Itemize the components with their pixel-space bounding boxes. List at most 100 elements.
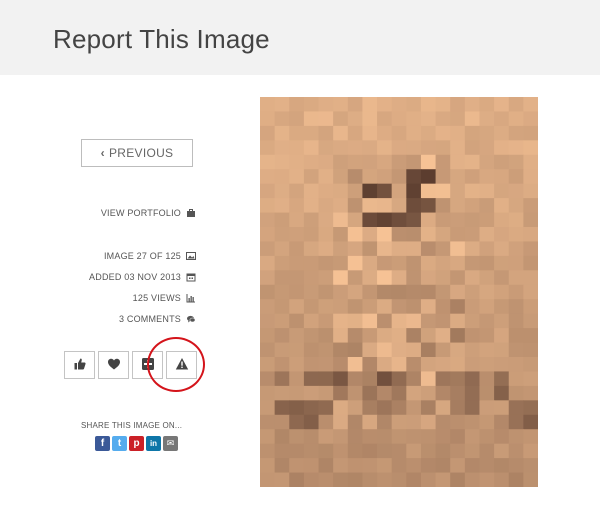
pinterest-share-button[interactable]: p xyxy=(129,436,144,451)
photo-pixel xyxy=(523,414,538,430)
email-icon: ✉ xyxy=(166,438,175,448)
photo-pixel xyxy=(289,241,305,257)
photo-pixel xyxy=(523,299,538,315)
photo-pixel xyxy=(318,227,334,242)
photo-pixel xyxy=(420,97,437,112)
linkedin-share-button[interactable]: in xyxy=(146,436,161,451)
added-date-label: ADDED 03 NOV 2013 xyxy=(89,272,181,282)
photo-pixel xyxy=(406,169,422,185)
comments-link[interactable]: 3 COMMENTS xyxy=(119,314,196,324)
photo-pixel xyxy=(289,313,305,329)
photo-pixel xyxy=(523,154,538,170)
pixelated-photo xyxy=(260,97,538,487)
photo-pixel xyxy=(289,385,305,401)
photo-pixel xyxy=(435,443,451,459)
photo-pixel xyxy=(391,111,407,127)
share-label: SHARE THIS IMAGE ON... xyxy=(81,421,183,430)
photo-pixel xyxy=(260,140,276,156)
photo-pixel xyxy=(347,371,363,387)
view-portfolio-link[interactable]: VIEW PORTFOLIO xyxy=(101,208,196,218)
photo-pixel xyxy=(450,97,466,112)
photo-pixel xyxy=(318,111,334,127)
photo-pixel xyxy=(260,227,276,242)
photo-pixel xyxy=(362,154,378,170)
photo-pixel xyxy=(274,414,290,430)
photo-pixel xyxy=(362,111,378,127)
photo-pixel xyxy=(347,241,363,257)
photo-pixel xyxy=(464,198,480,214)
photo-pixel xyxy=(523,371,538,387)
photo-pixel xyxy=(450,313,466,329)
photo-pixel xyxy=(479,472,495,487)
comments-icon xyxy=(186,314,196,324)
photo-pixel xyxy=(450,371,466,387)
photo-pixel xyxy=(274,125,290,141)
photo-pixel xyxy=(260,342,276,358)
photo-pixel xyxy=(391,140,407,156)
photo-pixel xyxy=(318,255,334,271)
photo-pixel xyxy=(260,385,276,401)
added-date: ADDED 03 NOV 2013 xyxy=(89,272,196,282)
photo-pixel xyxy=(435,140,451,156)
briefcase-icon xyxy=(186,208,196,218)
photo-pixel xyxy=(260,198,276,214)
favorite-button[interactable] xyxy=(98,351,129,379)
photo-pixel xyxy=(362,458,378,474)
photo-pixel xyxy=(479,111,495,127)
photo-pixel xyxy=(479,400,495,416)
photo-pixel xyxy=(406,313,422,329)
photo-pixel xyxy=(274,169,290,185)
photo-pixel xyxy=(420,328,437,344)
photo-pixel xyxy=(333,255,349,271)
photo-pixel xyxy=(420,255,437,271)
view-count-label: 125 VIEWS xyxy=(132,293,181,303)
calendar-icon xyxy=(186,272,196,282)
photo-pixel xyxy=(479,371,495,387)
photo-pixel xyxy=(260,429,276,445)
photo-pixel xyxy=(508,357,524,372)
photo-pixel xyxy=(303,255,320,271)
image-count-label: IMAGE 27 OF 125 xyxy=(103,251,181,261)
photo-pixel xyxy=(450,429,466,445)
photo-pixel xyxy=(464,169,480,185)
photo-pixel xyxy=(362,371,378,387)
photo-pixel xyxy=(318,299,334,315)
photo-pixel xyxy=(303,371,320,387)
photo-pixel xyxy=(377,241,393,257)
photo-pixel xyxy=(479,227,495,242)
photo-pixel xyxy=(377,125,393,141)
photo-pixel xyxy=(420,371,437,387)
photo-pixel xyxy=(494,227,510,242)
photo-pixel xyxy=(347,97,363,112)
photo-pixel xyxy=(494,342,510,358)
photo-pixel xyxy=(289,169,305,185)
photo-pixel xyxy=(435,198,451,214)
photo-pixel xyxy=(303,125,320,141)
photo-pixel xyxy=(406,212,422,228)
photo-pixel xyxy=(508,429,524,445)
photo-pixel xyxy=(450,357,466,372)
photo-pixel xyxy=(479,97,495,112)
photo-pixel xyxy=(391,357,407,372)
photo-pixel xyxy=(347,472,363,487)
photo-pixel xyxy=(377,154,393,170)
like-button[interactable] xyxy=(64,351,95,379)
photo-pixel xyxy=(303,458,320,474)
photo-pixel xyxy=(479,270,495,286)
photo-pixel xyxy=(450,227,466,242)
photo-pixel xyxy=(479,357,495,372)
twitter-share-button[interactable]: t xyxy=(112,436,127,451)
photo-pixel xyxy=(318,414,334,430)
thumbs-up-icon xyxy=(73,357,87,374)
facebook-share-button[interactable]: f xyxy=(95,436,110,451)
photo-pixel xyxy=(494,328,510,344)
photo-pixel xyxy=(362,284,378,300)
photo-pixel xyxy=(391,212,407,228)
email-share-button[interactable]: ✉ xyxy=(163,436,178,451)
previous-button[interactable]: ‹ PREVIOUS xyxy=(81,139,193,167)
photo-pixel xyxy=(464,472,480,487)
photo-pixel xyxy=(274,97,290,112)
photo-pixel xyxy=(508,443,524,459)
photo-pixel xyxy=(435,284,451,300)
photo-pixel xyxy=(435,342,451,358)
